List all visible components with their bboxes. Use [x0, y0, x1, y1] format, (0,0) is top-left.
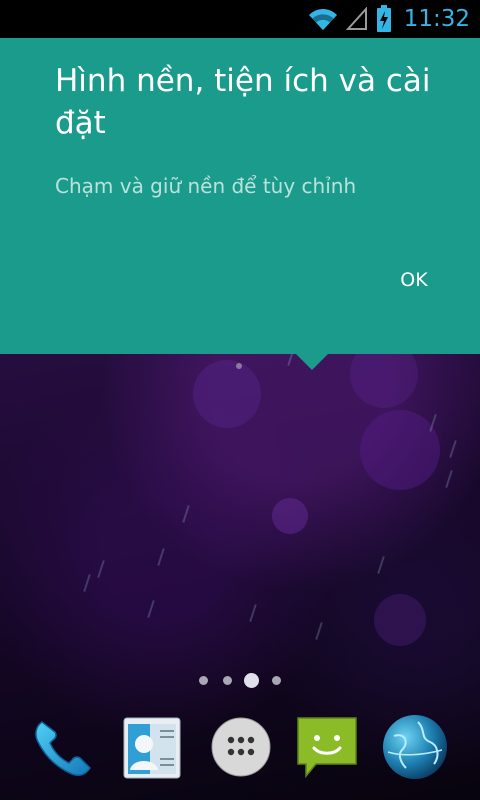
- cling-title: Hình nền, tiện ích và cài đặt: [55, 63, 431, 141]
- page-indicator: [0, 672, 480, 688]
- battery-charging-icon: [376, 5, 392, 33]
- cling-pointer-arrow: [296, 354, 328, 370]
- page-dot-current: [244, 673, 259, 688]
- page-dot: [199, 676, 208, 685]
- messaging-app-button[interactable]: [290, 710, 364, 784]
- signal-icon: [345, 7, 368, 31]
- browser-app-button[interactable]: [378, 710, 452, 784]
- status-bar: 11:32: [0, 0, 480, 38]
- phone-app-button[interactable]: [26, 710, 100, 784]
- page-dot: [223, 676, 232, 685]
- home-screen[interactable]: Hình nền, tiện ích và cài đặt Chạm và gi…: [0, 0, 480, 800]
- page-dot: [272, 676, 281, 685]
- ok-button[interactable]: OK: [384, 258, 444, 302]
- cling-message: Chạm và giữ nền để tùy chỉnh: [55, 174, 357, 198]
- status-clock: 11:32: [403, 6, 470, 32]
- workspace-cling-dialog: Hình nền, tiện ích và cài đặt Chạm và gi…: [0, 38, 480, 354]
- hotseat: [0, 700, 480, 800]
- all-apps-button[interactable]: [204, 710, 278, 784]
- all-apps-icon: [211, 717, 271, 777]
- browser-icon: [383, 715, 447, 779]
- phone-icon: [35, 721, 91, 776]
- contacts-app-button[interactable]: [116, 710, 190, 784]
- wifi-icon: [308, 7, 338, 31]
- contacts-icon: [123, 717, 181, 779]
- messaging-icon: [297, 717, 357, 779]
